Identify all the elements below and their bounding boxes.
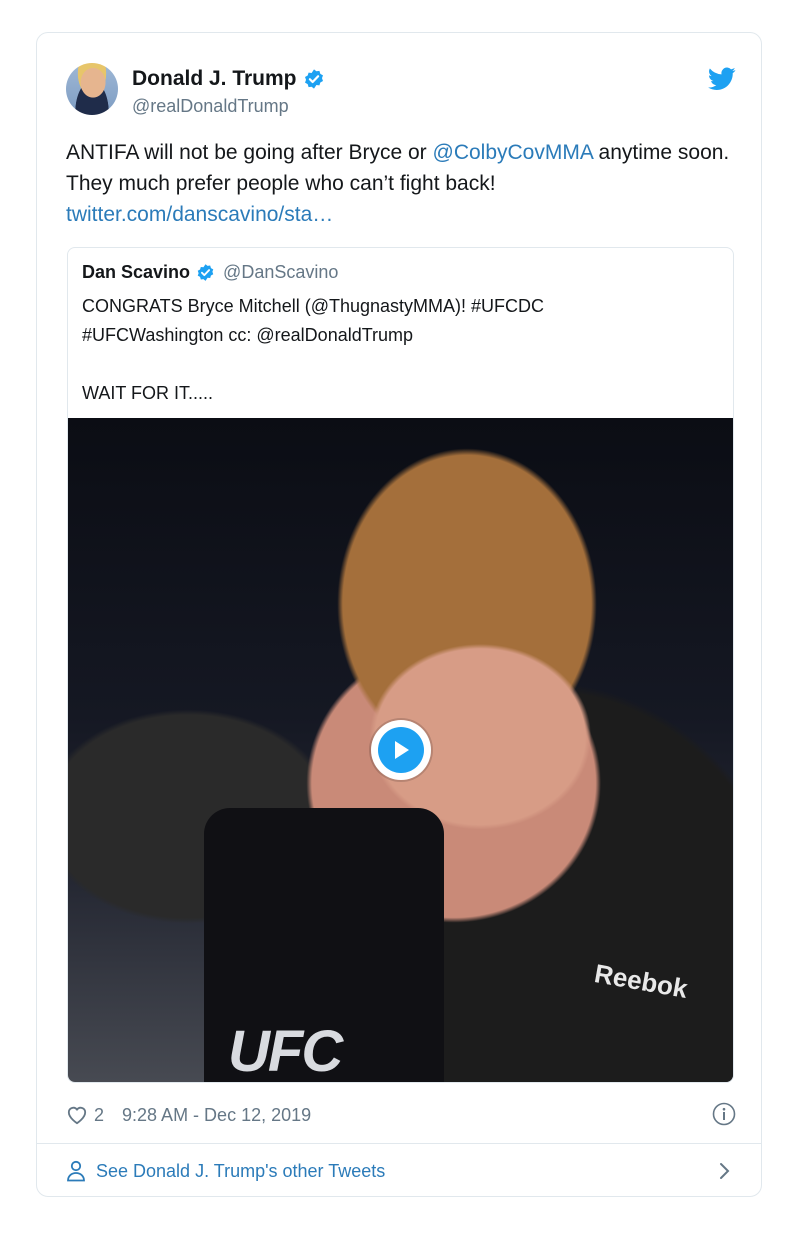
- person-icon: [67, 1160, 85, 1182]
- tweet-text-part1: ANTIFA will not be going after Bryce or: [66, 141, 433, 164]
- verified-badge-icon: [197, 264, 214, 281]
- video-media[interactable]: UFC Reebok: [68, 418, 733, 1082]
- other-tweets-label: See Donald J. Trump's other Tweets: [96, 1160, 386, 1181]
- quoted-tweet-text: CONGRATS Bryce Mitchell (@ThugnastyMMA)!…: [82, 296, 545, 403]
- mic-logo-text: UFC: [228, 1019, 343, 1083]
- play-icon: [395, 741, 409, 759]
- like-count[interactable]: 2: [94, 1105, 104, 1126]
- mention-link[interactable]: @ColbyCovMMA: [433, 141, 593, 164]
- shirt-logo-text: Reebok: [592, 958, 690, 1004]
- tweet-header: Donald J. Trump @realDonaldTrump: [66, 63, 736, 119]
- tweet-meta: 2 9:28 AM - Dec 12, 2019: [66, 1099, 736, 1131]
- twitter-bird-icon[interactable]: [708, 67, 736, 91]
- play-button-inner: [378, 727, 424, 773]
- verified-badge-icon: [304, 69, 323, 89]
- author-handle[interactable]: @realDonaldTrump: [132, 96, 289, 117]
- quoted-author-name: Dan Scavino: [82, 262, 191, 282]
- quoted-tweet-link[interactable]: twitter.com/danscavino/sta…: [66, 203, 333, 226]
- quoted-tweet-header: Dan Scavino @DanScavino: [82, 262, 338, 283]
- microphone: UFC: [204, 808, 444, 1082]
- footer-divider: [37, 1143, 761, 1144]
- tweet-embed-card: Donald J. Trump @realDonaldTrump ANTIFA …: [36, 32, 762, 1197]
- quoted-tweet[interactable]: Dan Scavino @DanScavino CONGRATS Bryce M…: [67, 247, 734, 1083]
- info-icon[interactable]: [712, 1102, 736, 1126]
- tweet-text: ANTIFA will not be going after Bryce or …: [66, 137, 736, 230]
- tweet-timestamp[interactable]: 9:28 AM - Dec 12, 2019: [122, 1105, 311, 1126]
- play-button[interactable]: [371, 720, 431, 780]
- heart-icon[interactable]: [66, 1105, 88, 1125]
- author-name[interactable]: Donald J. Trump: [132, 67, 297, 91]
- author-name-row: Donald J. Trump: [132, 67, 325, 91]
- other-tweets-link[interactable]: See Donald J. Trump's other Tweets: [66, 1153, 736, 1189]
- quoted-author-handle: @DanScavino: [223, 262, 339, 282]
- chevron-right-icon: [720, 1163, 730, 1179]
- author-avatar[interactable]: [66, 63, 118, 115]
